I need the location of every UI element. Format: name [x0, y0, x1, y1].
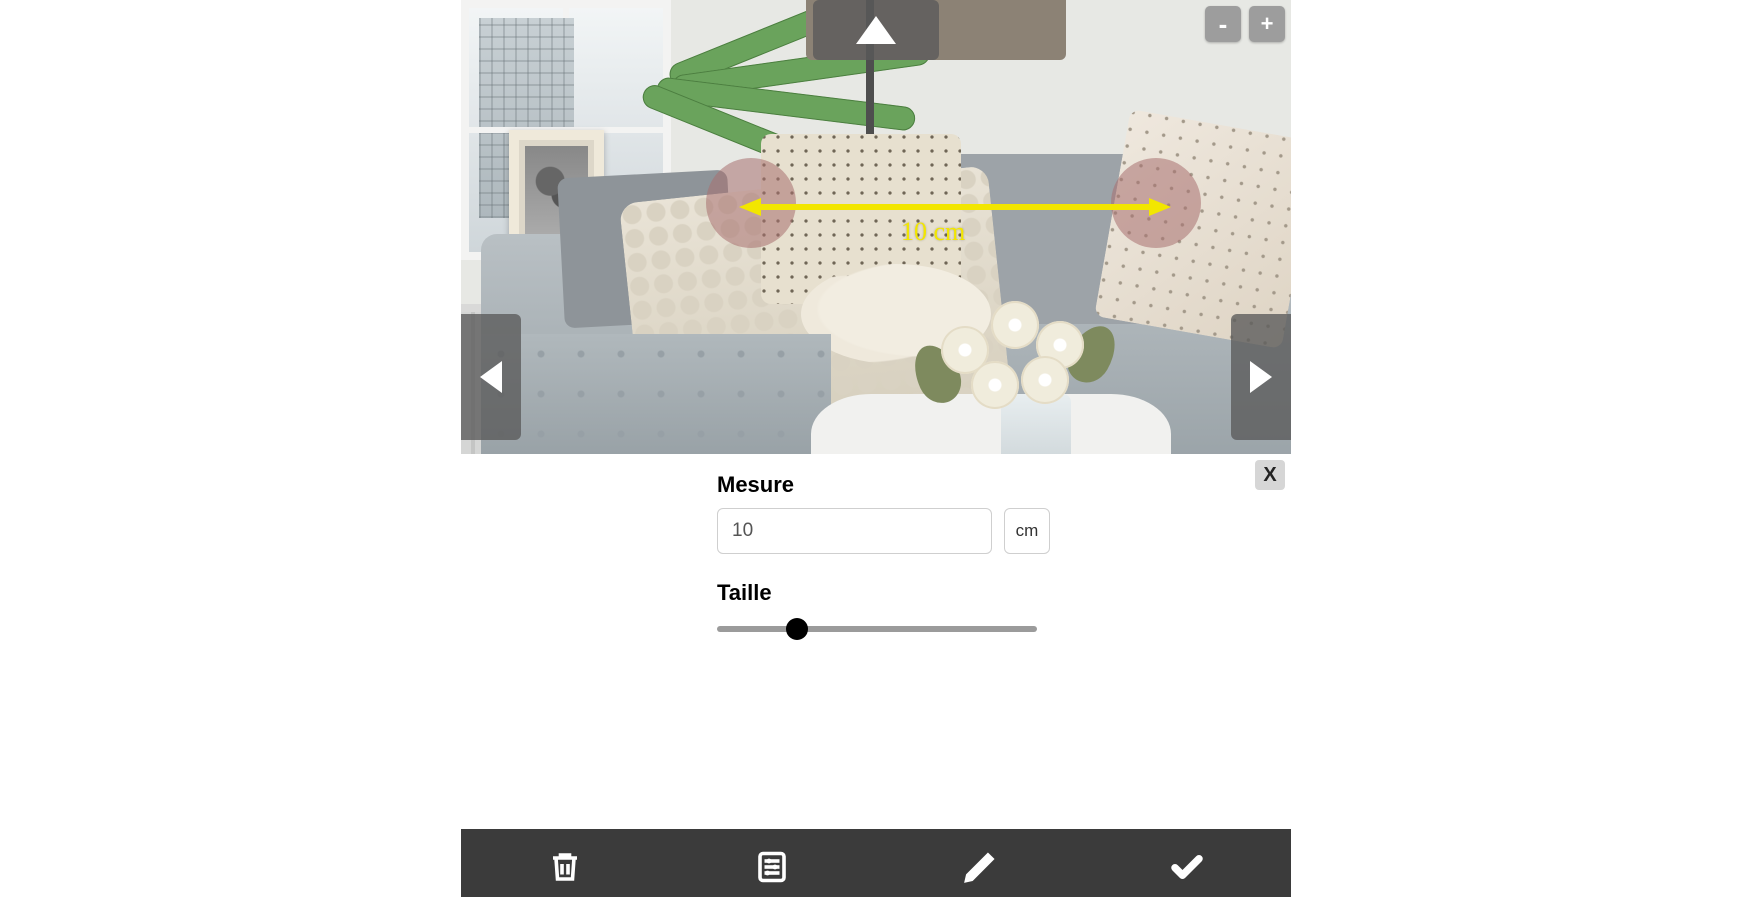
settings-button[interactable]: [752, 847, 792, 887]
edit-button[interactable]: [960, 847, 1000, 887]
bottom-toolbar: [461, 829, 1291, 897]
size-field-label: Taille: [717, 580, 1265, 606]
slider-thumb[interactable]: [786, 618, 808, 640]
confirm-button[interactable]: [1167, 847, 1207, 887]
trash-icon: [547, 849, 583, 885]
image-canvas[interactable]: 10 cm - +: [461, 0, 1291, 454]
pan-up-button[interactable]: [813, 0, 939, 60]
measure-input[interactable]: [717, 508, 992, 554]
measure-handle-left[interactable]: [706, 158, 796, 248]
unit-button[interactable]: cm: [1004, 508, 1050, 554]
pencil-icon: [962, 849, 998, 885]
slider-track: [717, 626, 1037, 632]
zoom-out-button[interactable]: -: [1205, 6, 1241, 42]
triangle-left-icon: [480, 361, 502, 393]
triangle-right-icon: [1250, 361, 1272, 393]
delete-button[interactable]: [545, 847, 585, 887]
sliders-icon: [754, 849, 790, 885]
pan-right-button[interactable]: [1231, 314, 1291, 440]
pan-left-button[interactable]: [461, 314, 521, 440]
measure-handle-right[interactable]: [1111, 158, 1201, 248]
size-slider[interactable]: [717, 614, 1037, 644]
check-icon: [1169, 849, 1205, 885]
zoom-in-button[interactable]: +: [1249, 6, 1285, 42]
triangle-up-icon: [856, 16, 896, 44]
measure-panel: X Mesure cm Taille: [461, 454, 1291, 654]
measure-field-label: Mesure: [717, 472, 1265, 498]
close-panel-button[interactable]: X: [1255, 460, 1285, 490]
